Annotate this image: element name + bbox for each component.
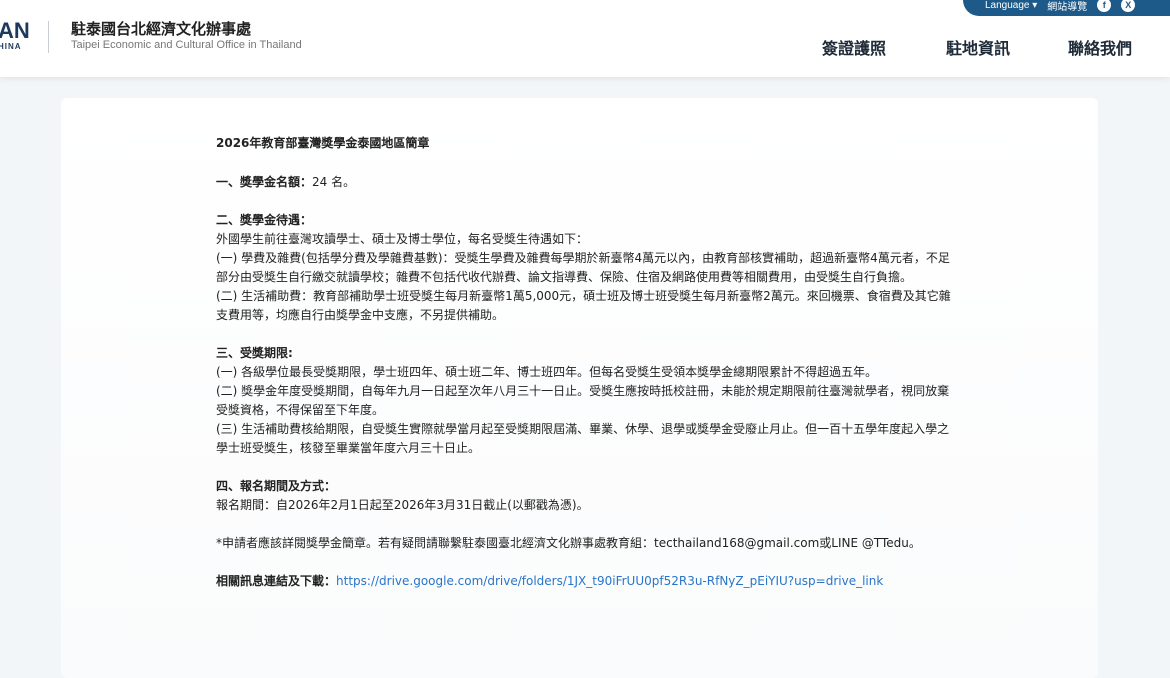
logo-subtext: HINA [0,42,22,51]
section-heading: 三、受獎期限: [216,346,293,360]
sitemap-link[interactable]: 網站導覽 [1047,0,1087,13]
section-value: 24 名。 [312,175,356,189]
paragraph: (一) 各級學位最長受獎期限，學士班四年、碩士班二年、博士班四年。但每名受獎生受… [216,365,878,379]
download-link-row: 相關訊息連結及下載：https://drive.google.com/drive… [216,572,956,591]
section-quota: 一、獎學金名額：24 名。 [216,173,956,192]
nav-contact-us[interactable]: 聯絡我們 [1068,35,1132,59]
section-heading: 一、獎學金名額： [216,175,313,189]
org-name-en: Taipei Economic and Cultural Office in T… [71,39,302,51]
utility-bar: Language ▾ 網站導覽 f X [963,0,1170,16]
paragraph: (二) 獎學金年度受獎期間，自每年九月一日起至次年八月三十一日止。受獎生應按時抵… [216,384,950,417]
x-icon[interactable]: X [1121,0,1136,12]
link-label: 相關訊息連結及下載： [216,574,337,588]
paragraph: 外國學生前往臺灣攻讀學士、碩士及博士學位，每名受獎生待遇如下： [216,232,589,246]
download-link[interactable]: https://drive.google.com/drive/folders/1… [336,574,883,588]
paragraph: (二) 生活補助費：教育部補助學士班受獎生每月新臺幣1萬5,000元，碩士班及博… [216,289,951,322]
org-name-zh[interactable]: 駐泰國台北經濟文化辦事處 [71,18,251,39]
section-heading: 四、報名期間及方式： [216,479,337,493]
paragraph: (一) 學費及雜費(包括學分費及學雜費基數)：受獎生學費及雜費每學期於新臺幣4萬… [216,251,950,284]
language-selector[interactable]: Language ▾ [985,0,1037,11]
article-title: 2026年教育部臺灣獎學金泰國地區簡章 [216,136,430,150]
logo[interactable]: AN [0,20,30,42]
paragraph: (三) 生活補助費核給期限，自受獎生實際就學當月起至受獎期限屆滿、畢業、休學、退… [216,422,950,455]
facebook-icon[interactable]: f [1097,0,1112,12]
section-heading: 二、獎學金待遇： [216,213,313,227]
paragraph: 報名期間：自2026年2月1日起至2026年3月31日截止(以郵戳為憑)。 [216,498,589,512]
site-header: AN HINA 駐泰國台北經濟文化辦事處 Taipei Economic and… [0,0,1170,77]
article-body: 2026年教育部臺灣獎學金泰國地區簡章 一、獎學金名額：24 名。 二、獎學金待… [216,134,956,591]
logo-divider [48,21,49,53]
nav-visa-passport[interactable]: 簽證護照 [822,35,886,59]
contact-note: *申請者應該詳閱獎學金簡章。若有疑問請聯繫駐泰國臺北經濟文化辦事處教育組：tec… [216,536,921,550]
nav-local-info[interactable]: 駐地資訊 [946,35,1010,59]
